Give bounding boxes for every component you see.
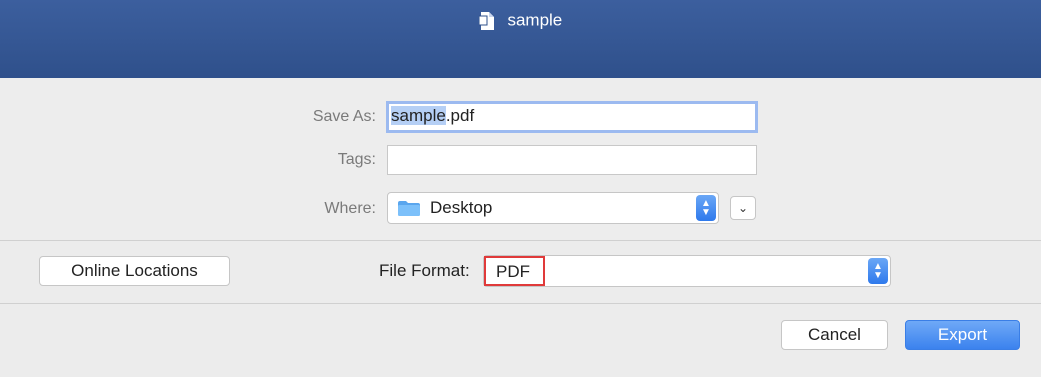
cancel-button[interactable]: Cancel: [781, 320, 888, 350]
document-icon: [478, 11, 494, 30]
chevron-down-icon: ⌄: [737, 201, 749, 215]
save-as-extension-text: .pdf: [445, 106, 475, 125]
where-stepper-icon: ▲ ▼: [696, 195, 716, 221]
save-as-label: Save As:: [312, 108, 376, 125]
window-titlebar: sample: [0, 0, 1041, 78]
window-title-group: sample: [0, 10, 1041, 31]
expand-button[interactable]: ⌄: [730, 196, 756, 220]
save-as-selected-text: sample: [391, 106, 446, 125]
file-format-section: Online Locations File Format: ▲ ▼ PDF: [0, 241, 1041, 304]
file-format-value: PDF: [484, 256, 545, 286]
file-format-stepper-icon: ▲ ▼: [868, 258, 888, 284]
save-as-field[interactable]: sample.pdf: [386, 101, 758, 133]
where-popup[interactable]: Desktop ▲ ▼: [387, 192, 719, 224]
window-title: sample: [507, 10, 563, 30]
where-label: Where:: [324, 200, 376, 217]
where-value: Desktop: [430, 198, 493, 217]
save-options-section: Save As: sample.pdf Tags: Where: Desktop…: [0, 78, 1041, 241]
online-locations-button[interactable]: Online Locations: [39, 256, 230, 286]
dialog-actions-section: Cancel Export: [0, 304, 1041, 377]
tags-label: Tags:: [337, 151, 376, 168]
file-format-label: File Format:: [379, 261, 470, 280]
tags-field[interactable]: [387, 145, 757, 175]
folder-icon: [398, 201, 420, 216]
export-button[interactable]: Export: [905, 320, 1020, 350]
